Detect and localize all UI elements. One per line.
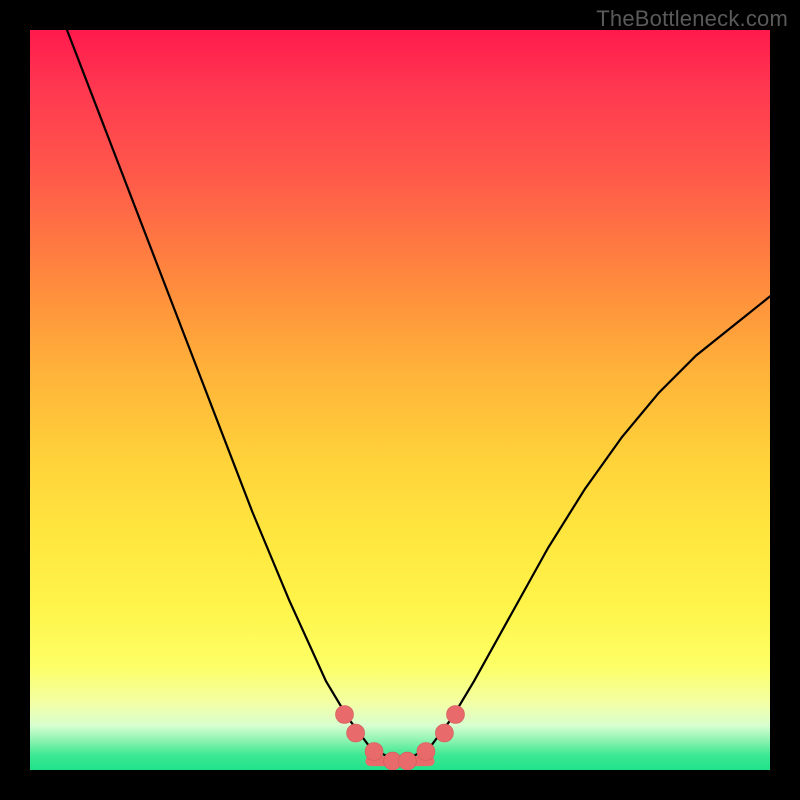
curve-marker [336,706,354,724]
curve-marker [435,724,453,742]
curve-marker [398,752,416,770]
curve-marker [347,724,365,742]
chart-plot-area [30,30,770,770]
curve-marker [365,743,383,761]
curve-markers-group [336,706,465,771]
curve-marker [447,706,465,724]
bottleneck-curve-line [67,30,770,763]
curve-marker [417,743,435,761]
chart-frame: TheBottleneck.com [0,0,800,800]
chart-svg [30,30,770,770]
watermark-text: TheBottleneck.com [596,6,788,32]
